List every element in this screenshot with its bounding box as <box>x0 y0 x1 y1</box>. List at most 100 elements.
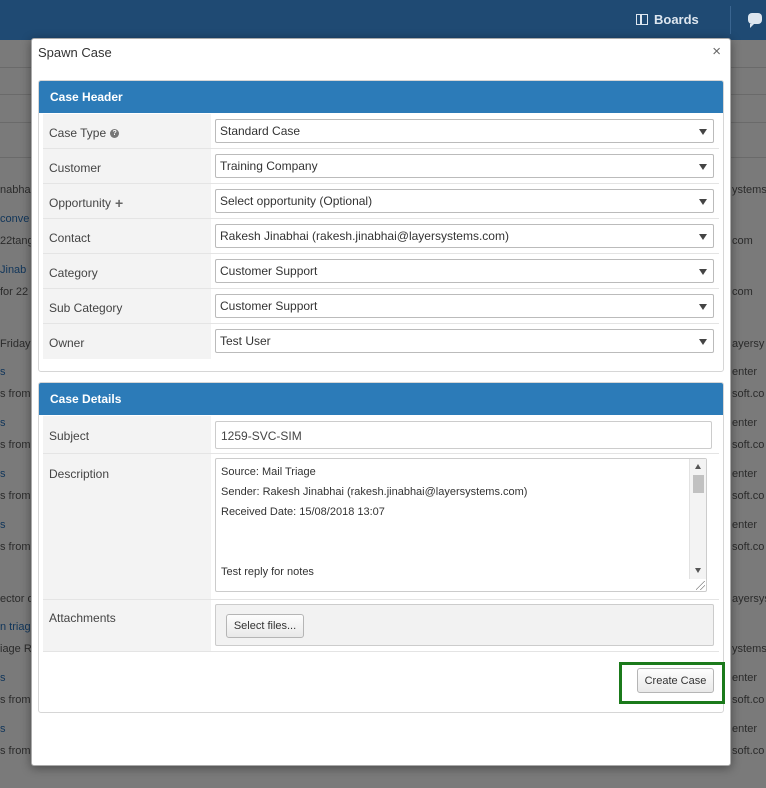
subject-row: Subject 1259-SVC-SIM <box>43 416 719 454</box>
opportunity-value: Select opportunity (Optional) <box>220 194 373 208</box>
owner-select[interactable]: Test User <box>215 329 714 353</box>
case-type-select[interactable]: Standard Case <box>215 119 714 143</box>
bg-text-snippet: nabhai <box>0 184 34 196</box>
bg-text-snippet: ector o <box>0 593 34 605</box>
bg-link-snippet[interactable]: s <box>0 417 6 429</box>
bg-text-snippet: enter <box>732 519 758 531</box>
description-textarea[interactable]: Source: Mail Triage Sender: Rakesh Jinabh… <box>215 458 707 592</box>
contact-value: Rakesh Jinabhai (rakesh.jinabhai@layersy… <box>220 229 509 243</box>
bg-text-snippet: s from <box>0 541 31 553</box>
owner-row: Owner Test User <box>43 324 719 359</box>
attachments-label: Attachments <box>49 611 116 625</box>
nav-divider <box>730 6 731 34</box>
bg-text-snippet: enter <box>732 366 758 378</box>
bg-text-snippet: s from <box>0 694 31 706</box>
attachments-dropzone[interactable]: Select files... <box>215 604 714 646</box>
description-row: Description Source: Mail Triage Sender: R… <box>43 454 719 600</box>
chevron-down-icon <box>699 129 707 135</box>
sub-category-row: Sub Category Customer Support <box>43 289 719 324</box>
chat-icon[interactable] <box>748 13 762 28</box>
owner-label: Owner <box>49 336 85 350</box>
scroll-thumb[interactable] <box>693 475 704 493</box>
chevron-down-icon <box>699 199 707 205</box>
sub-category-label: Sub Category <box>49 301 123 315</box>
description-line: Sender: Rakesh Jinabhai (rakesh.jinabhai… <box>221 486 528 498</box>
bg-text-snippet: soft.co <box>732 694 765 706</box>
category-select[interactable]: Customer Support <box>215 259 714 283</box>
bg-text-snippet: enter <box>732 672 758 684</box>
boards-nav-item[interactable]: Boards <box>636 12 699 27</box>
create-case-highlight <box>619 662 725 704</box>
contact-label: Contact <box>49 231 91 245</box>
bg-text-snippet: for 22 <box>0 286 29 298</box>
spawn-case-dialog: Spawn Case × Case Header Case Type ? Sta… <box>31 38 731 766</box>
boards-label: Boards <box>654 12 699 27</box>
select-files-button[interactable]: Select files... <box>226 614 304 638</box>
bg-link-snippet[interactable]: Jinab <box>0 264 26 276</box>
close-icon[interactable]: × <box>712 43 721 60</box>
bg-text-snippet: s from <box>0 388 31 400</box>
bg-text-snippet: iage R <box>0 643 32 655</box>
bg-link-snippet[interactable]: s <box>0 468 6 480</box>
bg-link-snippet[interactable]: n triag <box>0 621 31 633</box>
opportunity-row: Opportunity + Select opportunity (Option… <box>43 184 719 219</box>
description-line: Test reply for notes <box>221 566 314 578</box>
bg-link-snippet[interactable]: s <box>0 672 6 684</box>
opportunity-select[interactable]: Select opportunity (Optional) <box>215 189 714 213</box>
opportunity-label: Opportunity + <box>49 196 123 210</box>
customer-value: Training Company <box>220 159 318 173</box>
bg-text-snippet: soft.co <box>732 388 765 400</box>
top-navigation-bar: Boards <box>0 0 766 40</box>
bg-text-snippet: soft.co <box>732 490 765 502</box>
bg-text-snippet: com <box>732 235 753 247</box>
bg-link-snippet[interactable]: s <box>0 723 6 735</box>
bg-text-snippet: ayersy <box>732 338 765 350</box>
bg-link-snippet[interactable]: s <box>0 366 6 378</box>
description-scrollbar[interactable] <box>689 459 706 579</box>
category-value: Customer Support <box>220 264 318 278</box>
bg-text-snippet: ayersys <box>732 593 766 605</box>
case-details-title: Case Details <box>39 383 723 415</box>
bg-text-snippet: enter <box>732 468 758 480</box>
case-type-label-text: Case Type <box>49 126 107 140</box>
boards-icon <box>636 14 648 25</box>
sub-category-select[interactable]: Customer Support <box>215 294 714 318</box>
bg-link-snippet[interactable]: s <box>0 519 6 531</box>
bg-link-snippet[interactable]: conve <box>0 213 29 225</box>
chevron-down-icon <box>699 304 707 310</box>
description-line: Source: Mail Triage <box>221 466 316 478</box>
bg-text-snippet: com <box>732 286 753 298</box>
resize-handle-icon[interactable] <box>696 581 705 590</box>
bg-text-snippet: s from <box>0 490 31 502</box>
scroll-down-icon[interactable] <box>695 568 701 573</box>
case-header-panel: Case Header Case Type ? Standard Case Cu… <box>38 80 724 372</box>
bg-text-snippet: soft.co <box>732 541 765 553</box>
help-icon[interactable]: ? <box>110 128 120 138</box>
subject-input[interactable]: 1259-SVC-SIM <box>215 421 712 449</box>
customer-select[interactable]: Training Company <box>215 154 714 178</box>
bg-text-snippet: enter <box>732 417 758 429</box>
scroll-up-icon[interactable] <box>695 464 701 469</box>
dialog-title: Spawn Case <box>38 45 112 60</box>
chevron-down-icon <box>699 234 707 240</box>
add-opportunity-icon[interactable]: + <box>115 196 123 210</box>
bg-text-snippet: s from <box>0 745 31 757</box>
bg-text-snippet: 22tang <box>0 235 34 247</box>
case-type-row: Case Type ? Standard Case <box>43 114 719 149</box>
chevron-down-icon <box>699 164 707 170</box>
chevron-down-icon <box>699 269 707 275</box>
description-line: Received Date: 15/08/2018 13:07 <box>221 506 385 518</box>
attachments-row: Attachments Select files... <box>43 600 719 652</box>
sub-category-value: Customer Support <box>220 299 318 313</box>
contact-select[interactable]: Rakesh Jinabhai (rakesh.jinabhai@layersy… <box>215 224 714 248</box>
opportunity-label-text: Opportunity <box>49 196 112 210</box>
owner-value: Test User <box>220 334 271 348</box>
bg-text-snippet: soft.co <box>732 745 765 757</box>
case-header-title: Case Header <box>39 81 723 113</box>
case-type-value: Standard Case <box>220 124 301 138</box>
bg-text-snippet: s from <box>0 439 31 451</box>
bg-text-snippet: ystems <box>732 643 766 655</box>
customer-row: Customer Training Company <box>43 149 719 184</box>
contact-row: Contact Rakesh Jinabhai (rakesh.jinabhai… <box>43 219 719 254</box>
bg-text-snippet: ystems <box>732 184 766 196</box>
